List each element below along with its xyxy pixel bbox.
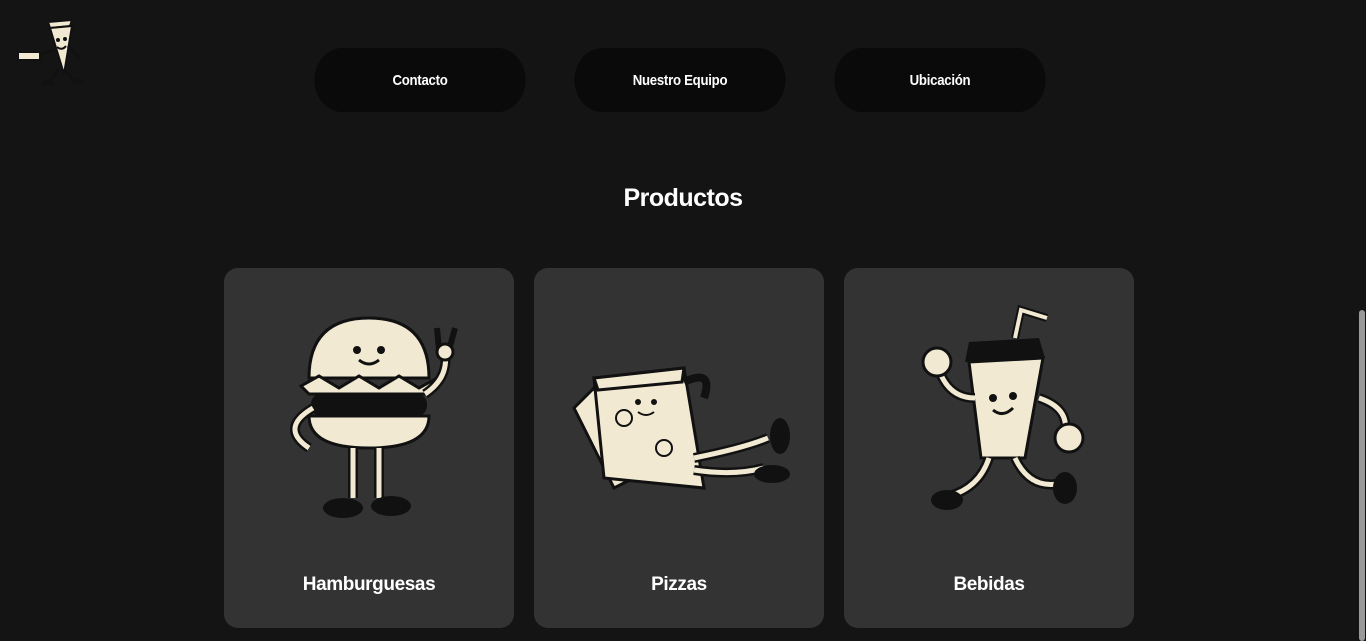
drink-cup-mascot-icon [921, 304, 1085, 510]
product-label: Pizzas [651, 574, 707, 595]
logo[interactable] [14, 16, 94, 88]
pizza-slice-mascot-icon [572, 366, 790, 491]
product-cards: Hamburguesas Pizzas Bebidas [224, 268, 1134, 628]
burger-mascot-icon [290, 316, 458, 518]
section-title: Productos [623, 184, 743, 212]
product-label: Bebidas [953, 574, 1025, 595]
nav-ubicacion-button[interactable]: Ubicación [834, 48, 1046, 112]
product-card-pizzas[interactable]: Pizzas [534, 268, 824, 628]
product-card-bebidas[interactable]: Bebidas [844, 268, 1134, 628]
product-label: Hamburguesas [302, 574, 436, 595]
pizza-mascot-icon [17, 18, 84, 86]
nav-nuestro-equipo-button[interactable]: Nuestro Equipo [574, 48, 786, 112]
scrollbar[interactable] [1358, 0, 1366, 641]
product-card-hamburguesas[interactable]: Hamburguesas [224, 268, 514, 628]
nav-contacto-button[interactable]: Contacto [314, 48, 526, 112]
top-nav: Contacto Nuestro Equipo Ubicación [300, 48, 1060, 112]
scrollbar-thumb[interactable] [1359, 310, 1365, 641]
